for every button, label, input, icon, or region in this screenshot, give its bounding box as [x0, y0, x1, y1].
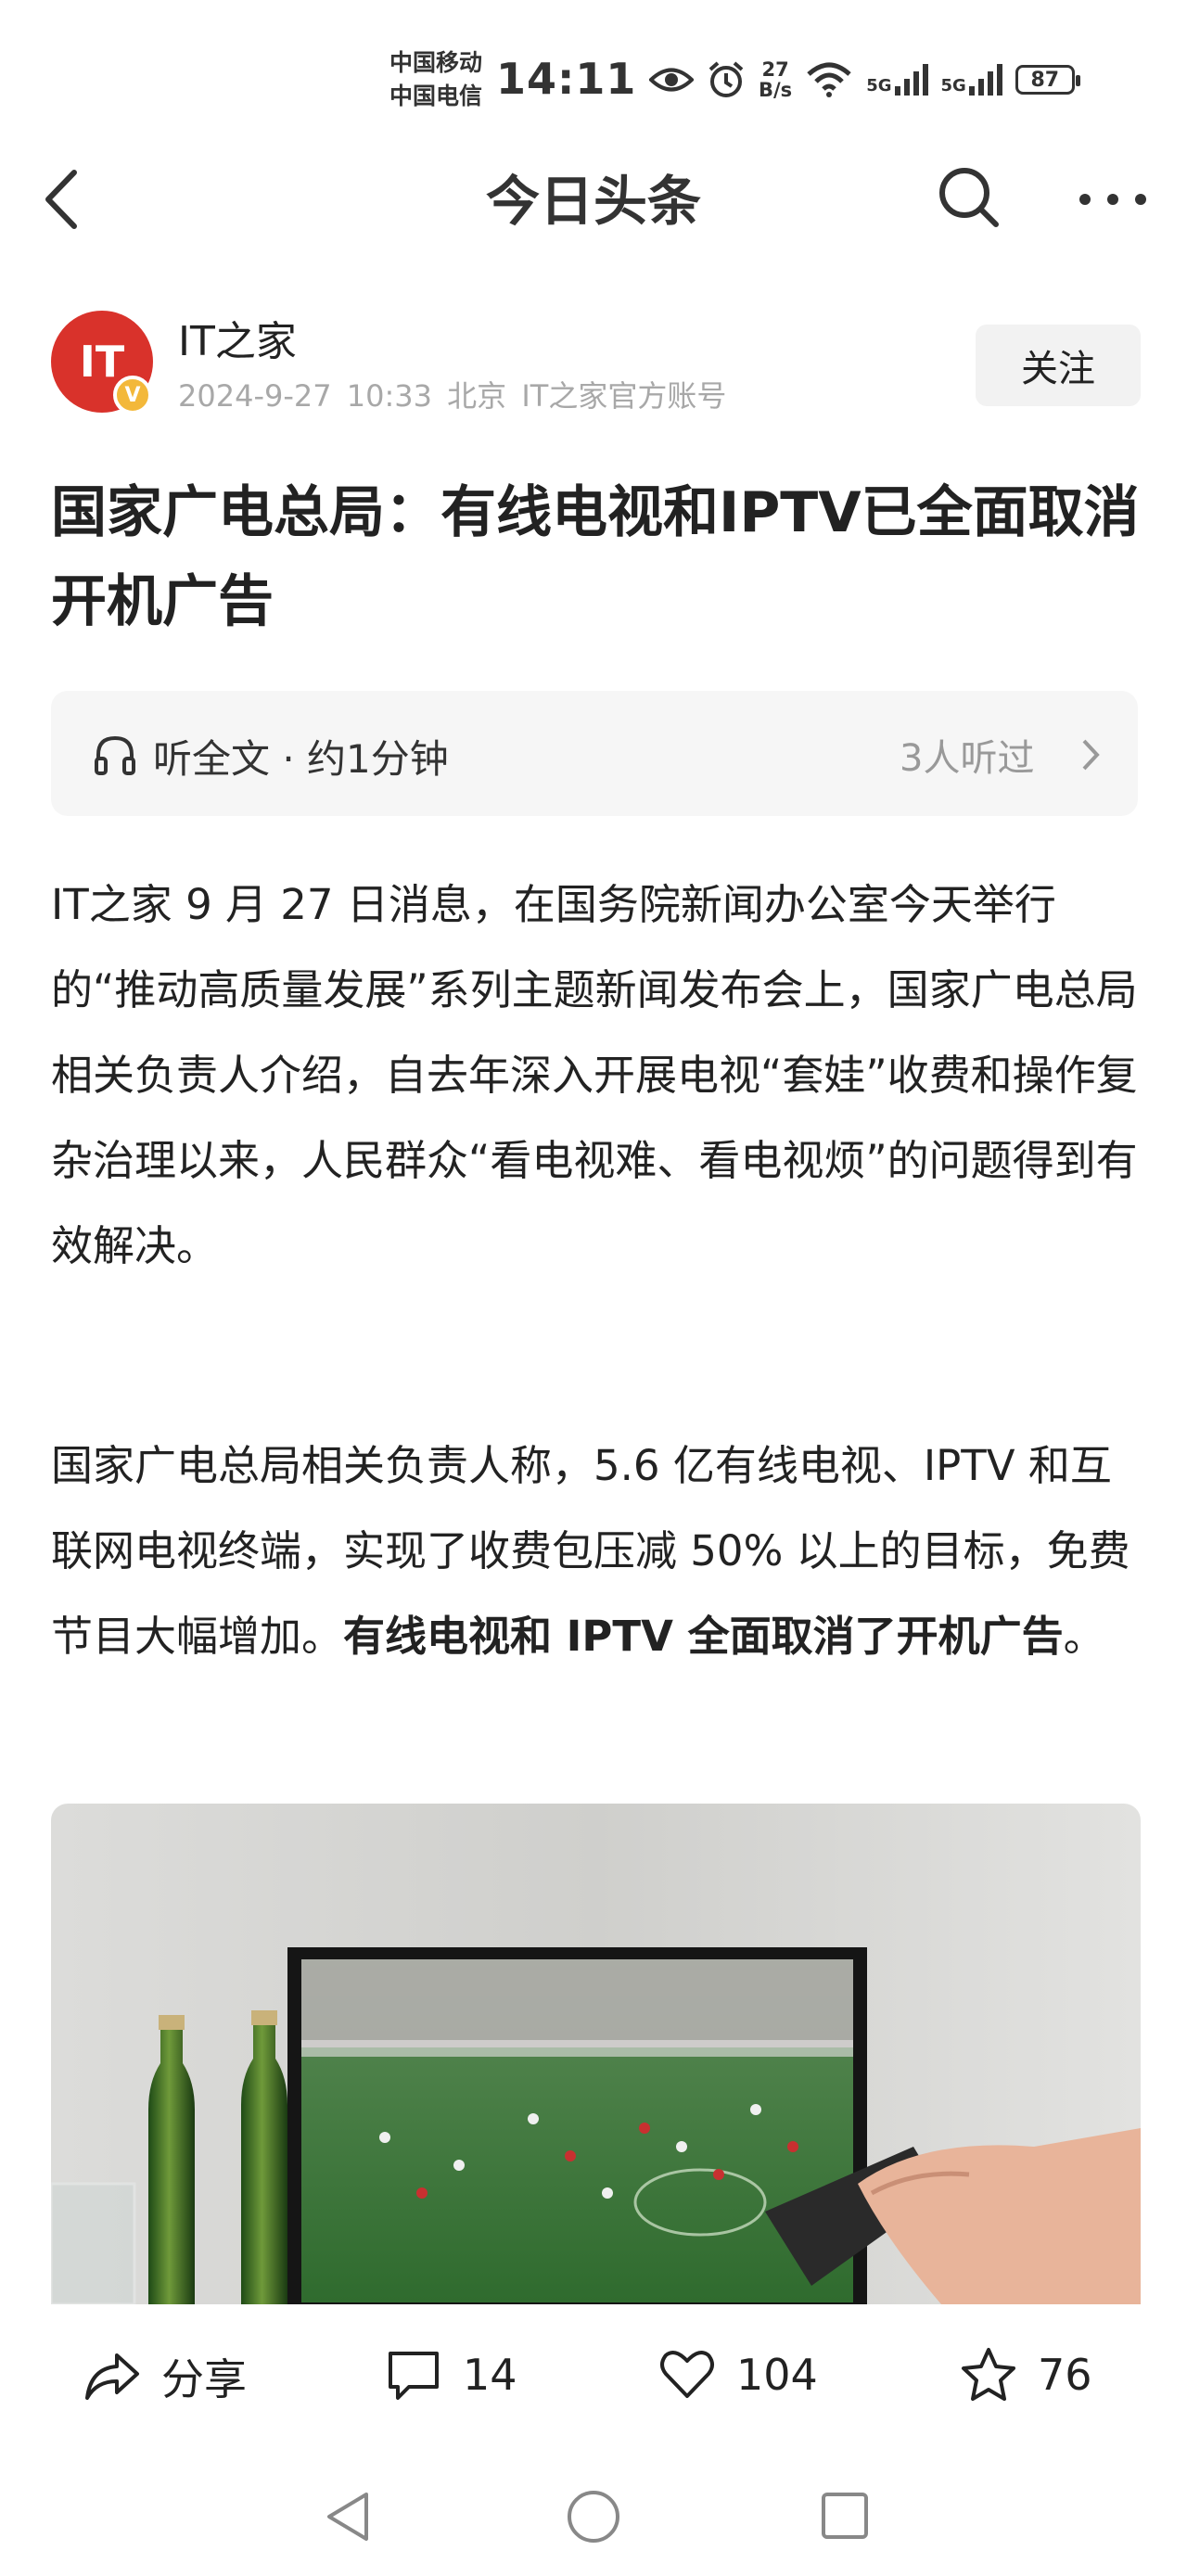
- comment-icon: [389, 2352, 439, 2400]
- battery-icon: 87: [1015, 65, 1080, 95]
- comment-count: 14: [463, 2350, 517, 2400]
- sim1-label: 5G: [866, 76, 892, 96]
- share-label: 分享: [161, 2354, 247, 2404]
- paragraph-2-bold: 有线电视和 IPTV 全面取消了开机广告: [343, 1612, 1064, 1661]
- star-icon: [962, 2348, 1015, 2401]
- search-icon[interactable]: [937, 165, 1002, 230]
- verified-badge: V: [113, 376, 152, 414]
- net-speed-value: 27: [761, 58, 789, 81]
- back-icon[interactable]: [37, 167, 93, 232]
- nav-home-icon[interactable]: [568, 2491, 619, 2543]
- net-speed: 27 B/s: [759, 59, 792, 100]
- status-icons: 27 B/s 5G 5G 87: [649, 54, 1080, 106]
- like-button[interactable]: 104: [658, 2346, 818, 2404]
- carrier-1: 中国移动: [389, 49, 483, 76]
- sim2-label: 5G: [940, 76, 966, 96]
- like-count: 104: [736, 2350, 818, 2400]
- wifi-icon: [807, 62, 851, 97]
- eye-icon: [649, 68, 694, 92]
- post-date: 2024-9-27: [178, 378, 332, 414]
- post-location: 北京: [447, 378, 507, 414]
- article-title: 国家广电总局：有线电视和IPTV已全面取消开机广告: [51, 480, 1140, 634]
- heart-icon: [660, 2351, 714, 2398]
- carrier-labels: 中国移动 中国电信: [389, 46, 482, 113]
- article-image[interactable]: [51, 1804, 1141, 2304]
- listen-label[interactable]: 听全文 · 约1分钟: [153, 728, 449, 784]
- author-name[interactable]: IT之家: [178, 308, 297, 367]
- paragraph-2-end: 。: [1063, 1612, 1105, 1661]
- system-navigation: [327, 2491, 868, 2543]
- post-time: 10:33: [346, 378, 432, 414]
- battery-level: 87: [1030, 68, 1060, 92]
- net-speed-unit: B/s: [759, 79, 793, 101]
- nav-recents-icon[interactable]: [822, 2493, 868, 2539]
- status-time: 14:11: [496, 54, 637, 104]
- article-paragraph-2: 国家广电总局相关负责人称，5.6 亿有线电视、IPTV 和互联网电视终端，实现了…: [51, 1423, 1141, 1679]
- more-icon[interactable]: [1076, 181, 1150, 218]
- signal-2: 5G: [941, 64, 1002, 96]
- share-icon: [85, 2353, 139, 2400]
- page-title: 今日头条: [485, 170, 701, 233]
- article-paragraph-1: IT之家 9 月 27 日消息，在国务院新闻办公室今天举行的“推动高质量发展”系…: [51, 880, 1138, 1270]
- favorite-button[interactable]: 76: [960, 2346, 1092, 2404]
- author-meta: 2024-9-27 10:33 北京 IT之家官方账号: [178, 373, 726, 415]
- listen-count[interactable]: 3人听过: [900, 728, 1034, 782]
- carrier-2: 中国电信: [389, 83, 483, 109]
- nav-back-icon[interactable]: [327, 2493, 368, 2541]
- headphones-icon: [95, 735, 135, 775]
- signal-1: 5G: [866, 64, 928, 96]
- favorite-count: 76: [1038, 2350, 1092, 2400]
- share-button[interactable]: 分享: [83, 2346, 247, 2407]
- alarm-icon: [708, 61, 744, 97]
- comment-button[interactable]: 14: [385, 2346, 517, 2404]
- account-type: IT之家官方账号: [521, 378, 727, 414]
- follow-button[interactable]: 关注: [976, 325, 1141, 406]
- chevron-right-icon: [1082, 739, 1100, 771]
- signal-icon: [968, 64, 1002, 96]
- signal-icon: [894, 64, 928, 96]
